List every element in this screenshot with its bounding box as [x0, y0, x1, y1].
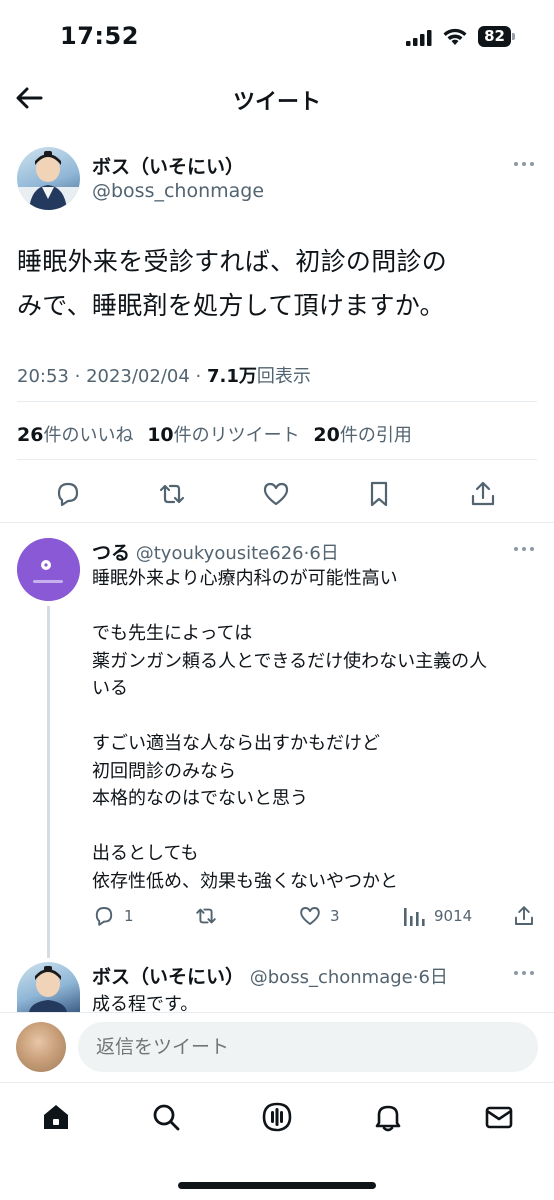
reply-author-name[interactable]: つる — [92, 542, 130, 564]
meta-separator: · — [195, 366, 207, 387]
reply-avatar[interactable] — [17, 538, 80, 601]
notifications-bell-icon[interactable] — [372, 1101, 404, 1133]
reply-like-count: 3 — [330, 907, 340, 925]
author-name[interactable]: ボス（いそにい） — [92, 152, 244, 179]
reply-author-name[interactable]: ボス（いそにい） — [92, 966, 244, 988]
reply-view-count: 9014 — [434, 907, 473, 925]
share-icon — [515, 906, 533, 925]
reply-time[interactable]: 6日 — [418, 967, 447, 988]
cellular-signal-icon — [406, 30, 432, 46]
retweets-label: 件のリツイート — [173, 425, 300, 446]
reply-avatar[interactable] — [17, 962, 80, 1012]
like-heart-icon[interactable] — [261, 479, 291, 509]
reply-more-options-icon[interactable] — [514, 547, 536, 553]
reply-compose-bar — [0, 1012, 554, 1082]
bookmark-icon[interactable] — [364, 479, 394, 509]
top-nav-header: ツイート — [0, 72, 554, 124]
reply-share-button[interactable] — [512, 904, 536, 928]
meta-separator: · — [74, 366, 87, 387]
reply-input[interactable] — [78, 1022, 538, 1072]
battery-level: 82 — [478, 26, 511, 47]
quotes-stat[interactable]: 20件の引用 — [313, 424, 412, 446]
author-handle[interactable]: @boss_chonmage — [92, 180, 264, 202]
tweet-metadata: 20:53 · 2023/02/04 · 7.1万回表示 — [17, 362, 311, 388]
wifi-icon — [443, 28, 467, 45]
views-count: 7.1万 — [207, 366, 257, 387]
tweet-action-bar — [0, 476, 554, 510]
reply-author-handle[interactable]: @tyoukyousite626 — [136, 543, 304, 564]
retweet-icon — [196, 908, 216, 924]
home-indicator — [178, 1182, 376, 1189]
quotes-count: 20 — [313, 424, 340, 446]
tweet-time: 20:53 — [17, 366, 69, 387]
tweet-date: 2023/02/04 — [86, 366, 190, 387]
status-time: 17:52 — [60, 22, 139, 50]
likes-count: 26 — [17, 424, 44, 446]
views-label: 回表示 — [256, 366, 311, 387]
reply-reply-count: 1 — [124, 907, 134, 925]
author-avatar[interactable] — [17, 147, 80, 210]
more-options-icon[interactable] — [514, 162, 536, 168]
divider — [17, 401, 537, 402]
spaces-icon[interactable] — [261, 1101, 293, 1133]
reply-retweet-button[interactable] — [194, 904, 226, 928]
share-icon[interactable] — [468, 479, 498, 509]
tweet-text-line: 睡眠外来を受診すれば、初診の問診の — [17, 247, 448, 276]
reply-more-options-icon[interactable] — [514, 971, 536, 977]
tweet-text-line: みで、睡眠剤を処方して頂けますか。 — [17, 291, 445, 320]
likes-stat[interactable]: 26件のいいね — [17, 424, 134, 446]
engagement-stats: 26件のいいね 10件のリツイート 20件の引用 — [17, 421, 420, 447]
retweet-icon[interactable] — [157, 479, 187, 509]
reply-header: つる @tyoukyousite626·6日 — [92, 538, 339, 565]
divider — [17, 459, 537, 460]
reply-like-button[interactable]: 3 — [298, 904, 340, 928]
like-heart-icon — [300, 907, 320, 925]
reply-icon[interactable] — [53, 479, 83, 509]
reply-time[interactable]: 6日 — [309, 543, 338, 564]
messages-envelope-icon[interactable] — [483, 1101, 515, 1133]
current-user-avatar[interactable] — [16, 1022, 66, 1072]
reply-header: ボス（いそにい） @boss_chonmage·6日 — [92, 962, 448, 989]
samurai-avatar-illustration — [17, 151, 80, 210]
quotes-label: 件の引用 — [339, 425, 412, 446]
page-title: ツイート — [232, 90, 321, 115]
samurai-avatar-illustration — [29, 966, 67, 1012]
divider — [0, 522, 554, 523]
reply-reply-button[interactable]: 1 — [92, 904, 134, 928]
views-bar-chart-icon — [404, 908, 425, 926]
status-bar: 17:52 82 — [0, 0, 554, 72]
battery-tip — [512, 33, 515, 40]
reply-icon — [95, 907, 113, 926]
search-icon[interactable] — [150, 1101, 182, 1133]
reply-views-button[interactable]: 9014 — [402, 904, 472, 928]
thread-connector-line — [47, 606, 50, 958]
retweets-stat[interactable]: 10件のリツイート — [147, 424, 300, 446]
retweets-count: 10 — [147, 424, 174, 446]
tweet-text: 睡眠外来を受診すれば、初診の問診の みで、睡眠剤を処方して頂けますか。 — [17, 240, 537, 328]
reply-author-handle[interactable]: @boss_chonmage — [250, 967, 413, 988]
reply-action-bar: 1 3 9014 — [92, 900, 542, 930]
battery-indicator: 82 — [478, 26, 516, 47]
vinyl-record-icon — [17, 538, 80, 601]
reply-text: 睡眠外来より心療内科のが可能性高い でも先生によっては 薬ガンガン頼る人とできる… — [92, 568, 488, 892]
likes-label: 件のいいね — [43, 425, 134, 446]
home-icon[interactable] — [40, 1101, 72, 1133]
